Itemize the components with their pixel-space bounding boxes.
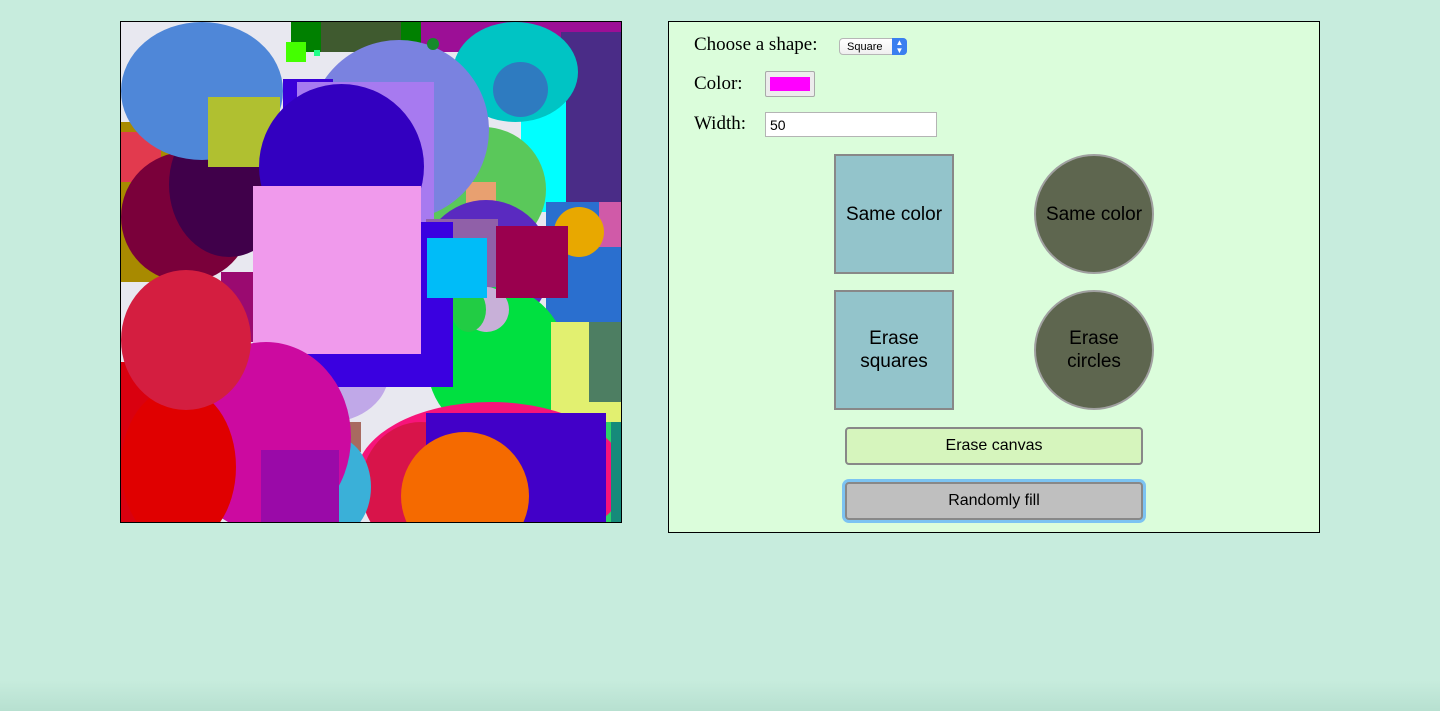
randomly-fill-label: Randomly fill — [948, 492, 1040, 509]
color-picker[interactable] — [765, 71, 815, 97]
same-color-circles-button[interactable]: Same color — [1034, 154, 1154, 274]
shape — [261, 450, 339, 522]
erase-squares-button[interactable]: Erase squares — [834, 290, 954, 410]
width-input-value: 50 — [770, 117, 786, 133]
shape — [253, 186, 421, 354]
drawing-canvas[interactable] — [120, 21, 622, 523]
updown-chevron-icon: ▲ ▼ — [892, 38, 907, 55]
control-panel: Choose a shape: Square ▲ ▼ Color: Width: … — [668, 21, 1320, 533]
page-footer-shade — [0, 680, 1440, 711]
color-label: Color: — [694, 73, 743, 94]
same-color-squares-label: Same color — [845, 203, 943, 225]
shape — [589, 322, 621, 402]
same-color-circles-label: Same color — [1045, 203, 1143, 225]
randomly-fill-button[interactable]: Randomly fill — [845, 482, 1143, 520]
shape-select[interactable]: Square ▲ ▼ — [839, 38, 907, 55]
shape — [121, 270, 251, 410]
color-swatch — [770, 77, 810, 91]
shape — [611, 422, 621, 522]
shape-select-value: Square — [847, 41, 883, 53]
width-label: Width: — [694, 113, 747, 134]
erase-circles-button[interactable]: Erase circles — [1034, 290, 1154, 410]
erase-canvas-button[interactable]: Erase canvas — [845, 427, 1143, 465]
same-color-squares-button[interactable]: Same color — [834, 154, 954, 274]
shape — [427, 38, 439, 50]
shape — [314, 50, 320, 56]
shape-label: Choose a shape: — [694, 34, 818, 55]
erase-canvas-label: Erase canvas — [945, 437, 1043, 454]
width-input[interactable]: 50 — [765, 112, 937, 137]
shape — [493, 62, 548, 117]
erase-circles-label: Erase circles — [1067, 328, 1121, 372]
shape — [496, 226, 568, 298]
shape — [427, 238, 487, 298]
erase-squares-label: Erase squares — [860, 328, 928, 372]
shape — [286, 42, 306, 62]
